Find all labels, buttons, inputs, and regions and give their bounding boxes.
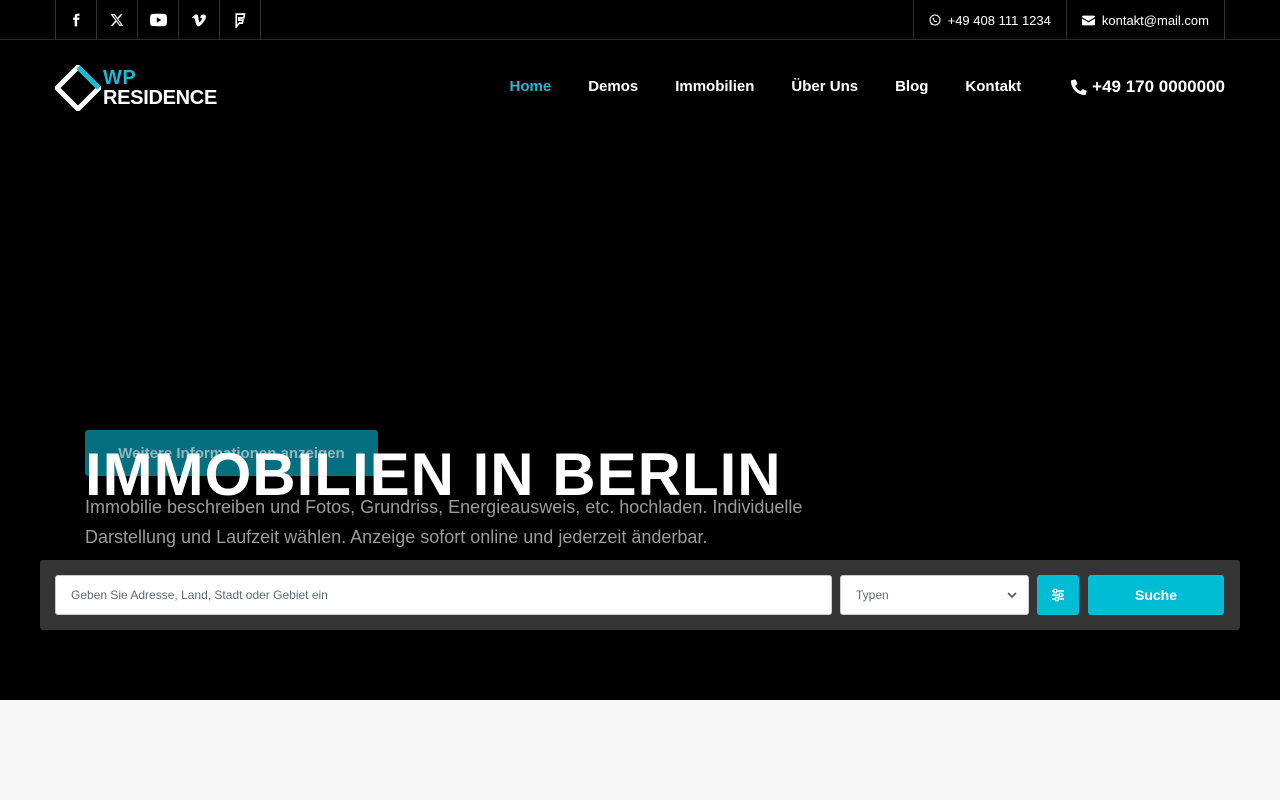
youtube-link[interactable] xyxy=(138,0,179,40)
envelope-icon xyxy=(1081,15,1095,25)
logo-diamond-icon xyxy=(53,63,103,113)
foursquare-link[interactable] xyxy=(220,0,261,40)
property-type-select[interactable]: Typen xyxy=(840,575,1029,615)
facebook-icon xyxy=(73,13,80,27)
vimeo-link[interactable] xyxy=(179,0,220,40)
main-header: WP RESIDENCE Home Demos Immobilien Über … xyxy=(0,40,1280,135)
main-nav: Home Demos Immobilien Über Uns Blog Kont… xyxy=(491,78,1040,95)
youtube-icon xyxy=(149,13,167,27)
x-twitter-link[interactable] xyxy=(97,0,138,40)
header-phone[interactable]: +49 170 0000000 xyxy=(1071,77,1225,97)
email-contact[interactable]: kontakt@mail.com xyxy=(1067,0,1225,40)
logo-text-wp: WP xyxy=(103,67,137,89)
social-links xyxy=(55,0,261,40)
property-search-bar: Typen Suche xyxy=(40,560,1240,630)
search-button[interactable]: Suche xyxy=(1088,575,1224,615)
email-address: kontakt@mail.com xyxy=(1101,12,1209,28)
advanced-filter-button[interactable] xyxy=(1037,575,1079,615)
sliders-icon xyxy=(1052,588,1064,602)
nav-item-demos[interactable]: Demos xyxy=(570,78,657,95)
facebook-link[interactable] xyxy=(56,0,97,40)
whatsapp-contact[interactable]: +49 408 111 1234 xyxy=(914,0,1067,40)
nav-item-blog[interactable]: Blog xyxy=(877,78,947,95)
header-phone-number: +49 170 0000000 xyxy=(1092,77,1225,96)
search-location-input[interactable] xyxy=(55,575,832,615)
top-bar: +49 408 111 1234 kontakt@mail.com xyxy=(0,0,1280,40)
nav-item-immobilien[interactable]: Immobilien xyxy=(657,78,773,95)
logo-text-residence: RESIDENCE xyxy=(103,87,217,109)
phone-icon xyxy=(1071,79,1087,95)
foursquare-icon xyxy=(235,12,246,28)
x-twitter-icon xyxy=(110,14,124,26)
whatsapp-number: +49 408 111 1234 xyxy=(947,12,1051,28)
chevron-down-icon xyxy=(1007,592,1017,599)
nav-item-kontakt[interactable]: Kontakt xyxy=(947,78,1040,95)
contact-links: +49 408 111 1234 kontakt@mail.com xyxy=(912,0,1225,40)
whatsapp-icon xyxy=(929,14,941,26)
nav-item-ueber-uns[interactable]: Über Uns xyxy=(773,78,877,95)
vimeo-icon xyxy=(192,13,206,26)
hero-description: Immobilie beschreiben und Fotos, Grundri… xyxy=(85,497,803,547)
nav-item-home[interactable]: Home xyxy=(491,78,570,95)
property-type-value: Typen xyxy=(856,588,889,602)
site-logo[interactable]: WP RESIDENCE xyxy=(53,63,217,113)
